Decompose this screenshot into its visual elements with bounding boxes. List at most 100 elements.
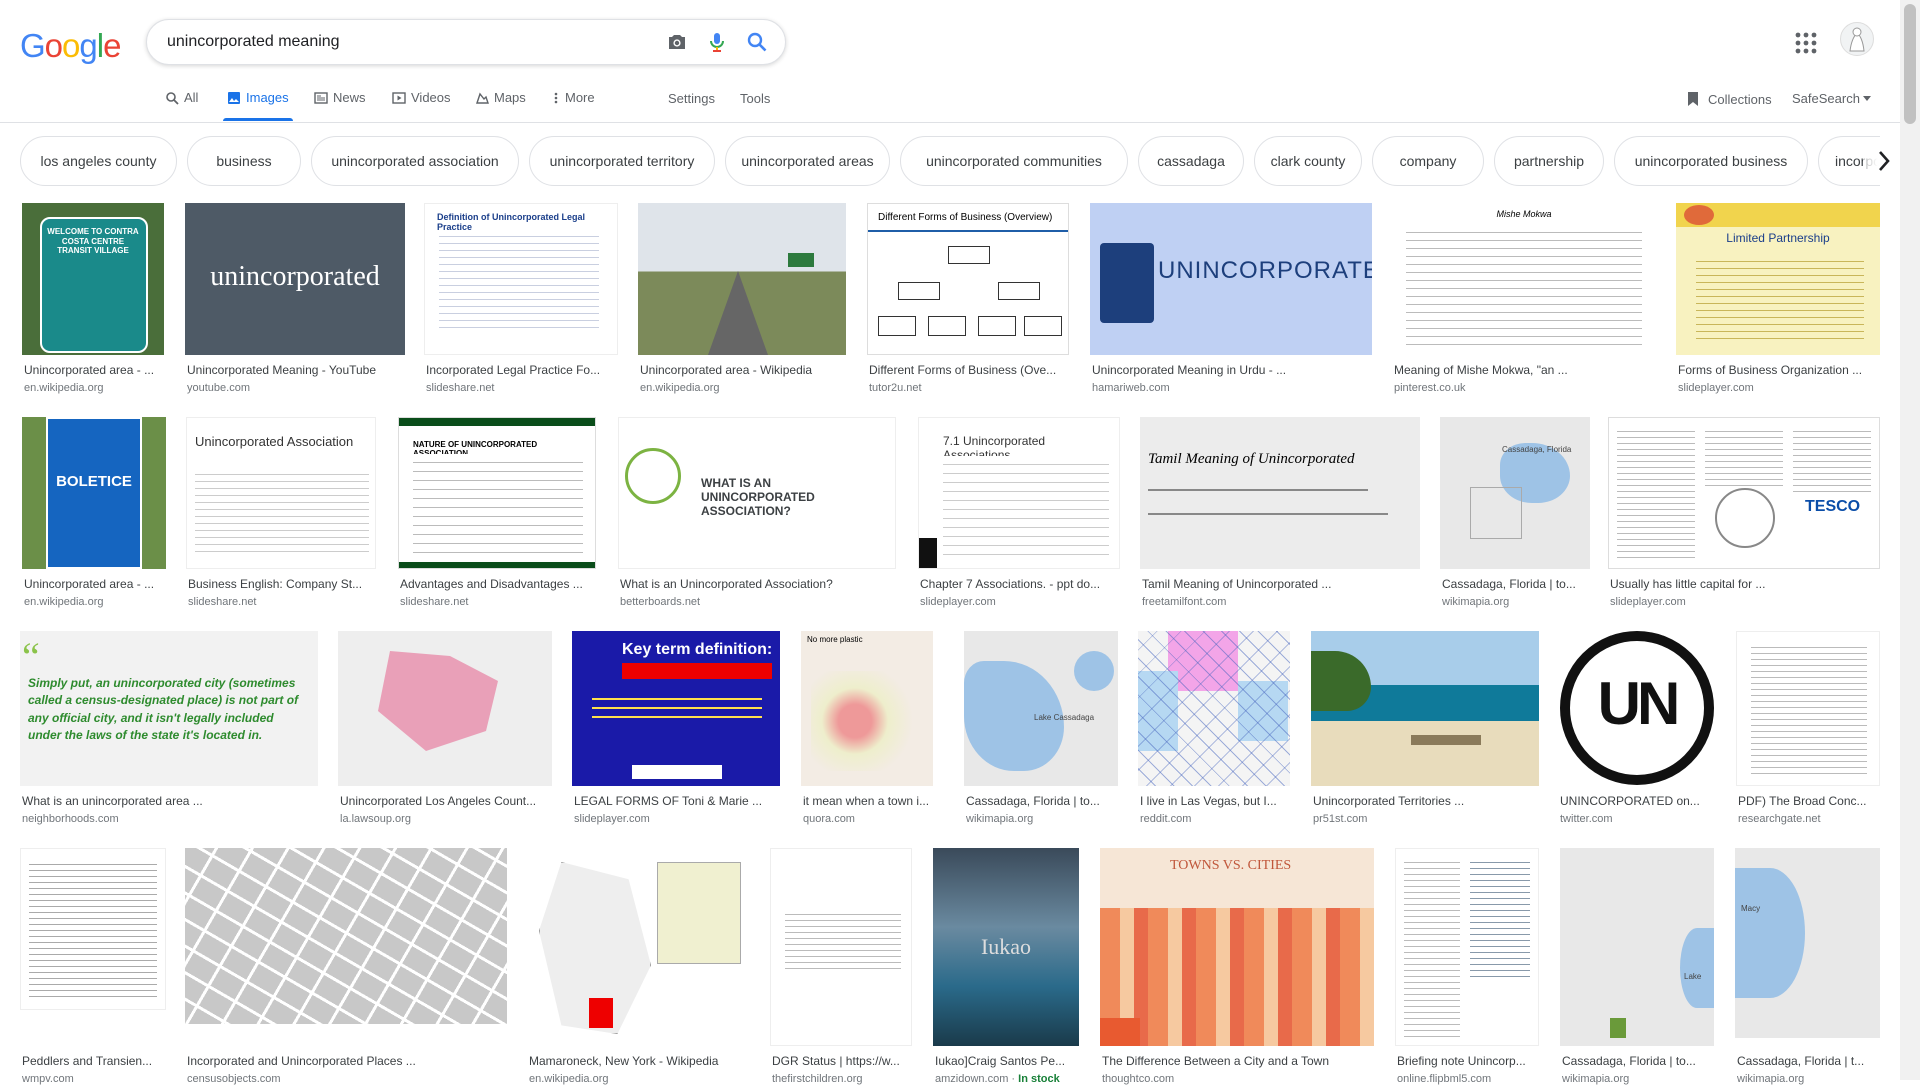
chip[interactable]: unincorporated business bbox=[1614, 136, 1808, 186]
search-input[interactable]: unincorporated meaning bbox=[167, 33, 340, 51]
search-icon bbox=[166, 92, 179, 105]
scrollbar-thumb[interactable] bbox=[1904, 4, 1916, 124]
result-source: en.wikipedia.org bbox=[24, 596, 104, 608]
result-caption: Cassadaga, Florida | to... bbox=[1442, 577, 1576, 591]
tab-label: News bbox=[333, 90, 366, 105]
result-source: wmpv.com bbox=[22, 1073, 74, 1085]
result-caption: Unincorporated Meaning - YouTube bbox=[187, 363, 377, 377]
result-source: twitter.com bbox=[1560, 813, 1613, 825]
safesearch-button[interactable]: SafeSearch bbox=[1792, 91, 1871, 106]
camera-icon[interactable] bbox=[665, 30, 689, 54]
result-source: slideplayer.com bbox=[1678, 382, 1754, 394]
result-source: wikimapia.org bbox=[966, 813, 1034, 825]
result-source: wikimapia.org bbox=[1442, 596, 1510, 608]
result-source: slideplayer.com bbox=[920, 596, 996, 608]
tab-maps[interactable]: Maps bbox=[475, 90, 526, 120]
result-thumbnail: Macy bbox=[1735, 848, 1880, 1038]
result-caption: it mean when a town i... bbox=[803, 794, 930, 808]
tab-images[interactable]: Images bbox=[223, 90, 293, 121]
thumb-text: TESCO bbox=[1805, 498, 1861, 515]
result-caption: Advantages and Disadvantages ... bbox=[400, 577, 583, 591]
map-icon bbox=[476, 92, 489, 104]
chip[interactable]: clark county bbox=[1254, 136, 1362, 186]
chips-next-button[interactable] bbox=[1863, 137, 1905, 185]
account-avatar[interactable] bbox=[1840, 22, 1874, 56]
result-thumbnail bbox=[185, 848, 507, 1024]
microphone-icon[interactable] bbox=[705, 30, 729, 54]
result-caption: Unincorporated area - Wikipedia bbox=[640, 363, 813, 377]
result-caption: Business English: Company St... bbox=[188, 577, 363, 591]
video-icon bbox=[392, 92, 406, 104]
result-thumbnail bbox=[338, 631, 552, 786]
thumb-text: UN bbox=[1597, 670, 1681, 737]
thumb-text: Cassadaga, Florida bbox=[1502, 445, 1572, 454]
bookmark-icon bbox=[1688, 92, 1698, 106]
result-thumbnail: WHAT IS AN UNINCORPORATED ASSOCIATION? bbox=[618, 417, 896, 569]
result-source: en.wikipedia.org bbox=[529, 1073, 609, 1085]
tab-more[interactable]: More bbox=[552, 90, 595, 120]
result-thumbnail: “ Simply put, an unincorporated city (so… bbox=[20, 631, 318, 786]
result-source: slideshare.net bbox=[400, 596, 469, 608]
settings-link[interactable]: Settings bbox=[668, 91, 715, 106]
chip[interactable]: unincorporated association bbox=[311, 136, 519, 186]
result-thumbnail: TOWNS VS. CITIES bbox=[1100, 848, 1374, 1046]
result-thumbnail: Lake Cassadaga bbox=[964, 631, 1118, 786]
page-scrollbar[interactable] bbox=[1900, 0, 1920, 1080]
result-thumbnail: No more plastic bbox=[801, 631, 933, 786]
google-logo[interactable]: Google bbox=[20, 27, 121, 65]
result-source: tutor2u.net bbox=[869, 382, 922, 394]
chip[interactable]: los angeles county bbox=[20, 136, 177, 186]
result-caption: Incorporated and Unincorporated Places .… bbox=[187, 1054, 416, 1068]
result-caption: DGR Status | https://w... bbox=[772, 1054, 900, 1068]
tab-label: Maps bbox=[494, 90, 526, 105]
thumb-text: Lake Cassadaga bbox=[1034, 713, 1095, 722]
news-icon bbox=[314, 92, 328, 104]
search-box[interactable]: unincorporated meaning bbox=[146, 19, 786, 65]
thumb-text: WELCOME TO CONTRA COSTA CENTRE TRANSIT V… bbox=[47, 227, 139, 256]
thumb-text: Different Forms of Business (Overview) bbox=[878, 212, 1053, 223]
result-source: betterboards.net bbox=[620, 596, 701, 608]
chip[interactable]: unincorporated territory bbox=[529, 136, 715, 186]
tab-all[interactable]: All bbox=[165, 90, 198, 120]
thumb-text: Definition of Unincorporated Legal Pract… bbox=[437, 212, 585, 232]
result-source: slideplayer.com bbox=[1610, 596, 1686, 608]
search-icon[interactable] bbox=[745, 30, 769, 54]
result-source: pinterest.co.uk bbox=[1394, 382, 1466, 394]
result-thumbnail: Definition of Unincorporated Legal Pract… bbox=[424, 203, 618, 355]
result-thumbnail: BOLETICE bbox=[22, 417, 166, 569]
result-caption: Incorporated Legal Practice Fo... bbox=[426, 363, 601, 377]
chip[interactable]: company bbox=[1372, 136, 1484, 186]
chip[interactable]: business bbox=[187, 136, 301, 186]
result-source: la.lawsoup.org bbox=[340, 813, 411, 825]
quote-mark-icon: “ bbox=[22, 634, 40, 679]
avatar-icon bbox=[1849, 27, 1865, 52]
thumb-text: No more plastic bbox=[807, 635, 863, 644]
apps-grid-icon[interactable] bbox=[1795, 32, 1817, 54]
result-caption: Usually has little capital for ... bbox=[1610, 577, 1766, 591]
tab-news[interactable]: News bbox=[314, 90, 366, 120]
result-source: neighborhoods.com bbox=[22, 813, 119, 825]
result-source: freetamilfont.com bbox=[1142, 596, 1227, 608]
result-thumbnail bbox=[1395, 848, 1539, 1046]
result-thumbnail bbox=[638, 203, 846, 355]
result-caption: I live in Las Vegas, but I... bbox=[1140, 794, 1277, 808]
chip[interactable]: unincorporated areas bbox=[725, 136, 890, 186]
thumb-text: Iukao bbox=[980, 934, 1032, 959]
collections-button[interactable]: Collections bbox=[1686, 91, 1772, 107]
result-caption: Cassadaga, Florida | t... bbox=[1737, 1054, 1865, 1068]
result-source: hamariweb.com bbox=[1092, 382, 1170, 394]
chip[interactable]: partnership bbox=[1494, 136, 1604, 186]
result-caption: Briefing note Unincorp... bbox=[1397, 1054, 1526, 1068]
result-thumbnail bbox=[20, 848, 166, 1010]
result-thumbnail: Limited Partnership bbox=[1676, 203, 1880, 355]
tab-videos[interactable]: Videos bbox=[392, 90, 451, 120]
in-stock-badge: In stock bbox=[1018, 1073, 1060, 1085]
result-caption: Unincorporated area - ... bbox=[24, 577, 155, 591]
result-source: amzidown.com · In stock bbox=[935, 1073, 1060, 1085]
result-source: slideshare.net bbox=[426, 382, 495, 394]
safesearch-label: SafeSearch bbox=[1792, 91, 1860, 106]
thumb-text: TOWNS VS. CITIES bbox=[1170, 858, 1292, 873]
chip[interactable]: cassadaga bbox=[1138, 136, 1244, 186]
tools-link[interactable]: Tools bbox=[740, 91, 770, 106]
chip[interactable]: unincorporated communities bbox=[900, 136, 1128, 186]
